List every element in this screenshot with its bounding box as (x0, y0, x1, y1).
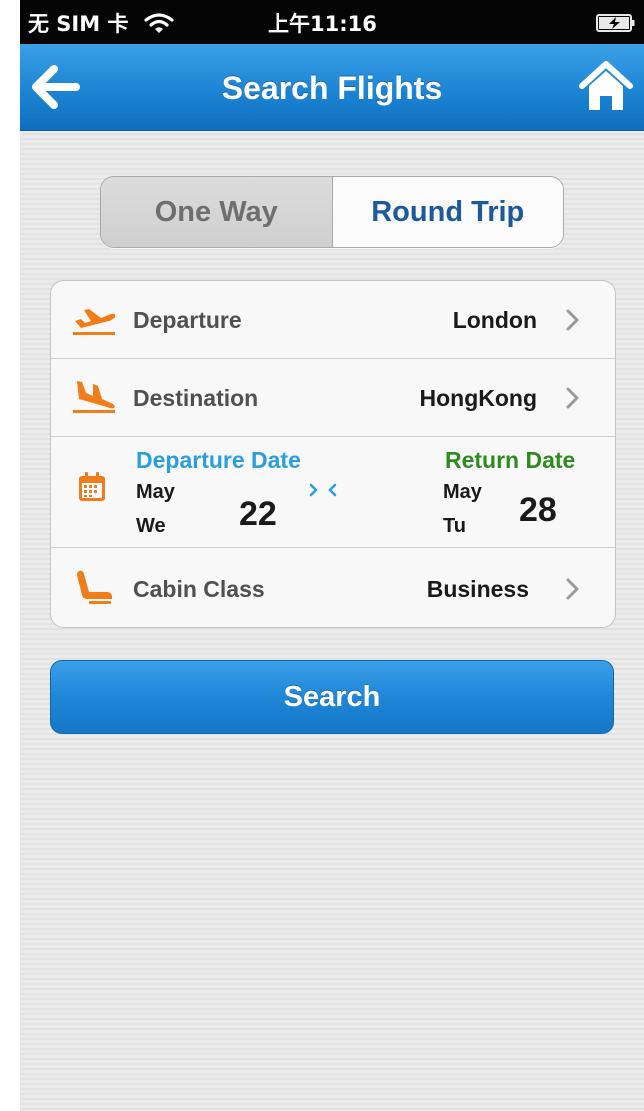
flight-form-card: Departure London Destination HongKong De… (50, 280, 616, 628)
departure-date-picker[interactable]: Departure Date May We 22 (121, 437, 301, 547)
round-trip-segment[interactable]: Round Trip (332, 177, 563, 247)
battery-charging-icon (596, 14, 635, 32)
screen: 无 SIM 卡 上午11:16 Search Flights One Way R… (20, 0, 644, 1111)
plane-landing-icon (73, 381, 115, 413)
departure-weekday: We (136, 515, 166, 537)
cabin-class-row[interactable]: Cabin Class Business (51, 548, 615, 627)
destination-row[interactable]: Destination HongKong (51, 359, 615, 437)
departure-value: London (452, 307, 537, 333)
status-time: 上午11:16 (268, 12, 377, 36)
destination-label: Destination (133, 385, 259, 411)
return-weekday: Tu (443, 515, 466, 537)
home-button[interactable] (576, 56, 636, 116)
page-title: Search Flights (221, 70, 443, 106)
departure-day: 22 (239, 495, 277, 533)
departure-row[interactable]: Departure London (51, 281, 615, 359)
cabin-class-value: Business (426, 576, 529, 602)
chevron-right-icon (566, 578, 579, 600)
home-icon (579, 61, 633, 110)
seat-icon (77, 570, 112, 604)
trip-type-segmented-control: One Way Round Trip (100, 176, 564, 248)
calendar-icon (79, 472, 105, 501)
chevron-right-icon (566, 387, 579, 409)
return-date-label: Return Date (445, 447, 576, 473)
search-button[interactable]: Search (50, 660, 614, 734)
departure-month: May (136, 481, 175, 503)
status-bar: 无 SIM 卡 上午11:16 (20, 0, 644, 44)
navigation-bar: Search Flights (20, 44, 644, 131)
dates-row: Departure Date May We 22 Return Date May… (51, 437, 615, 548)
cabin-class-label: Cabin Class (133, 576, 265, 602)
plane-takeoff-icon (73, 309, 116, 335)
return-day: 28 (519, 491, 557, 529)
departure-label: Departure (133, 307, 242, 333)
departure-date-label: Departure Date (136, 447, 301, 473)
one-way-segment[interactable]: One Way (101, 177, 333, 247)
return-date-picker[interactable]: Return Date May Tu 28 (431, 437, 615, 547)
destination-value: HongKong (419, 385, 537, 411)
wifi-icon (144, 13, 174, 33)
return-month: May (443, 481, 482, 503)
chevron-right-icon (566, 309, 579, 331)
carrier-label: 无 SIM 卡 (28, 12, 129, 36)
swap-dates-icon[interactable] (306, 481, 340, 499)
